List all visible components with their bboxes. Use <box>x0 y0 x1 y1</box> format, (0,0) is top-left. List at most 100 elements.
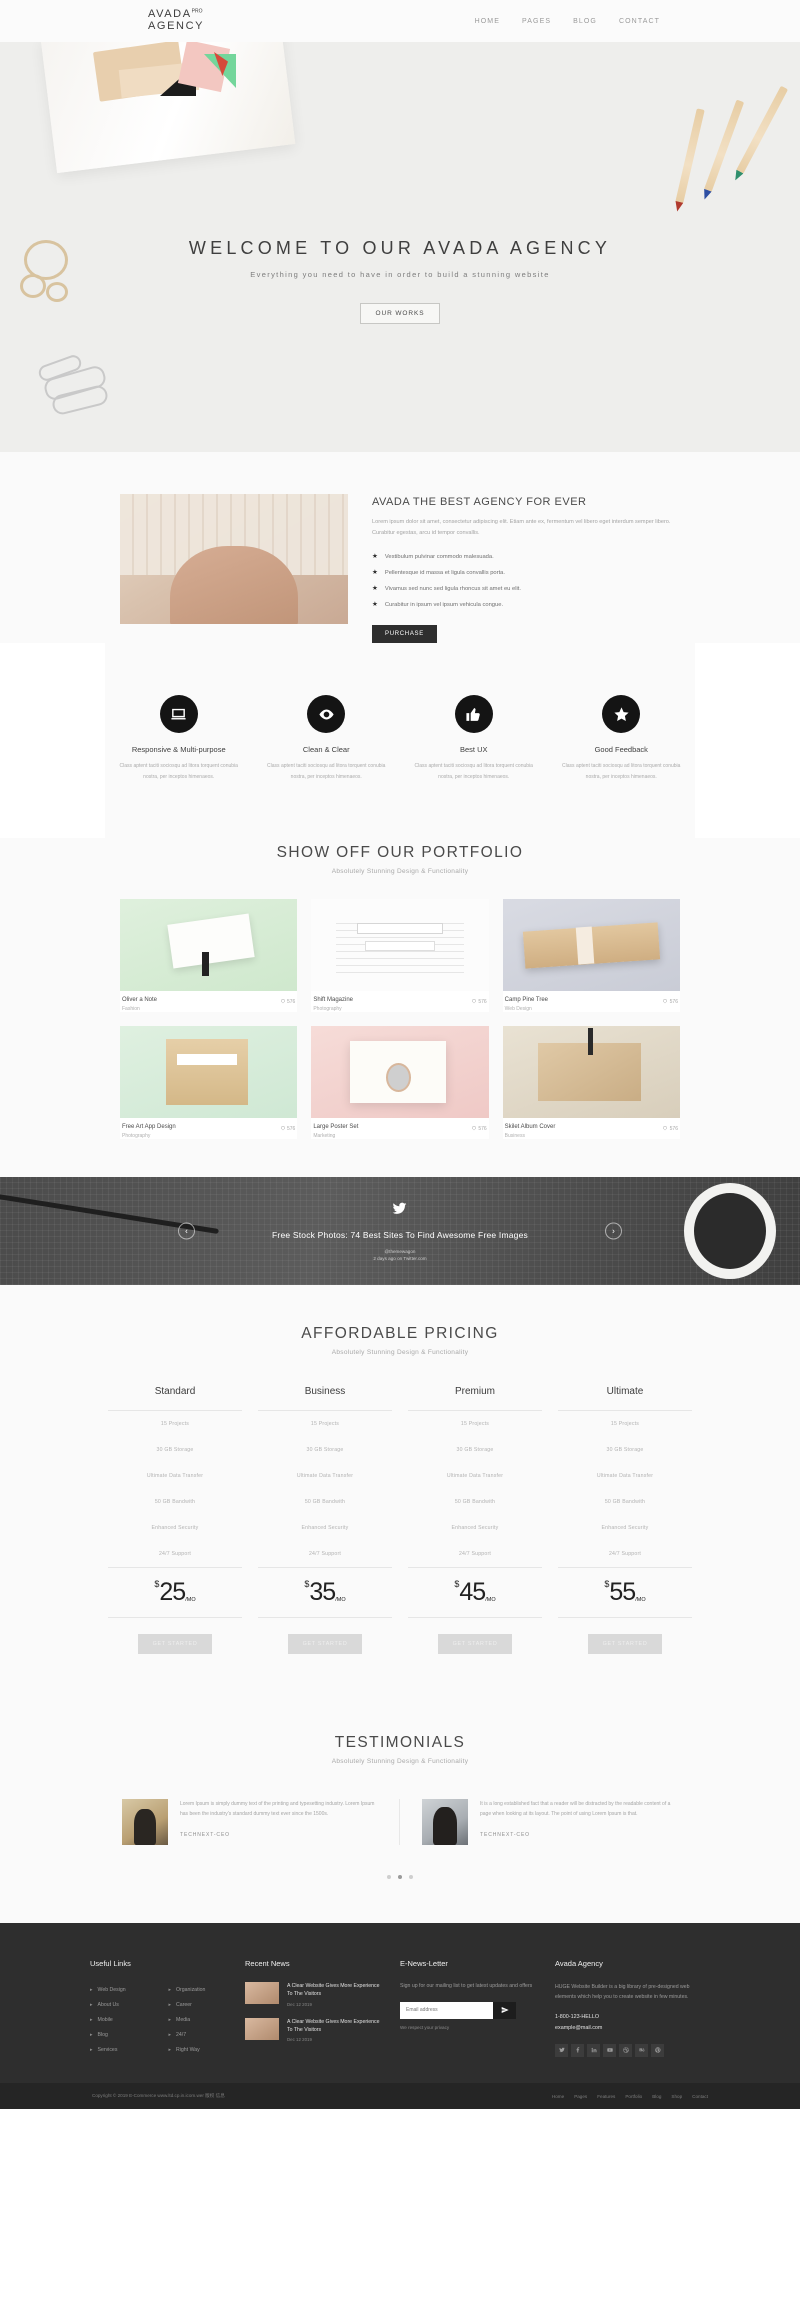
nav-item-contact[interactable]: CONTACT <box>619 18 660 25</box>
chevron-right-icon: ▸ <box>90 1986 93 1993</box>
portfolio-likes[interactable]: 576 <box>471 997 487 1005</box>
site-footer: Useful Links ▸ Web Design ▸ About Us ▸ Mobi… <box>0 1923 800 2084</box>
tweet-prev-button[interactable]: ‹ <box>178 1222 195 1240</box>
chevron-right-icon: ▸ <box>168 2046 172 2053</box>
bottom-nav-shop[interactable]: Shop <box>671 2094 682 2099</box>
footer-link[interactable]: ▸ Right Way <box>169 2042 232 2057</box>
portfolio-item-name: Shift Magazine <box>313 997 354 1004</box>
portfolio-thumbnail[interactable] <box>502 1026 680 1119</box>
bottom-nav-contact[interactable]: Contact <box>692 2094 708 2099</box>
bottom-nav-blog[interactable]: Blog <box>652 2094 661 2099</box>
purchase-button[interactable]: PURCHASE <box>372 625 437 644</box>
portfolio-thumbnail[interactable] <box>120 1026 298 1119</box>
feature-text: Class aptent taciti sociosqu ad litora t… <box>414 763 533 780</box>
feature-text: Class aptent taciti sociosqu ad litora t… <box>119 763 238 780</box>
footer-link[interactable]: ▸ Organization <box>169 1982 232 1997</box>
linkedin-icon[interactable] <box>587 2043 600 2057</box>
portfolio-item[interactable]: Large Poster Set Marketing 576 <box>311 1026 489 1140</box>
plan-feature: Enhanced Security <box>301 1525 349 1532</box>
get-started-button[interactable]: GET STARTED <box>138 1634 212 1655</box>
nav-item-home[interactable]: HOME <box>475 18 500 25</box>
portfolio-likes[interactable]: 576 <box>662 997 678 1005</box>
footer-link[interactable]: ▸ Services <box>90 2042 153 2057</box>
portfolio-item-category: Fashion <box>122 1006 140 1013</box>
portfolio-thumbnail[interactable] <box>502 899 680 992</box>
feature-title: Clean & Clear <box>302 745 350 755</box>
bottom-nav-portfolio[interactable]: Portfolio <box>625 2094 642 2099</box>
nav-item-pages[interactable]: PAGES <box>522 18 551 25</box>
plan-feature: Ultimate Data Transfer <box>296 1473 354 1480</box>
bottom-nav-home[interactable]: Home <box>552 2094 564 2099</box>
chevron-right-icon: ▸ <box>90 2001 93 2008</box>
newsletter-submit-button[interactable] <box>493 2001 516 2019</box>
agency-email[interactable]: example@mail.com <box>555 2023 696 2033</box>
get-started-button[interactable]: GET STARTED <box>288 1634 362 1655</box>
plan-feature: 24/7 Support <box>308 1551 342 1558</box>
portfolio-item-category: Web Design <box>504 1006 532 1013</box>
portfolio-item[interactable]: Free Art App Design Photography 576 <box>120 1026 298 1140</box>
get-started-button[interactable]: GET STARTED <box>588 1634 662 1655</box>
about-bullet-label: Pellentesque id massa et ligula convalli… <box>384 570 506 577</box>
site-logo[interactable]: AVADAPRO AGENCY <box>148 9 204 32</box>
newsletter-description: Sign up for our mailing list to get late… <box>400 1983 533 1990</box>
dribbble-icon[interactable] <box>619 2043 632 2057</box>
thumbs-up-icon <box>454 695 493 734</box>
pinterest-icon[interactable] <box>651 2043 664 2057</box>
portfolio-likes[interactable]: 576 <box>280 1124 295 1132</box>
pagination-dot-1[interactable] <box>387 1875 391 1880</box>
main-nav: HOME PAGES BLOG CONTACT <box>475 18 660 25</box>
plan-feature: 15 Projects <box>610 1421 640 1428</box>
plan-price: $35/MO <box>258 1567 392 1619</box>
portfolio-thumbnail[interactable] <box>311 1026 489 1119</box>
youtube-icon[interactable] <box>603 2043 616 2057</box>
pencil-green-decoration <box>736 85 789 175</box>
agency-description: HUGE Website Builder is a big library of… <box>555 1984 690 2001</box>
behance-icon[interactable] <box>635 2043 648 2057</box>
portfolio-likes[interactable]: 576 <box>280 997 295 1005</box>
email-input[interactable] <box>400 2001 493 2019</box>
bottom-nav-pages[interactable]: Pages <box>574 2094 587 2099</box>
news-title: A Clear Website Gives More Experience To… <box>287 2018 380 2033</box>
pagination-dot-3[interactable] <box>409 1875 413 1880</box>
footer-link[interactable]: ▸ 24/7 <box>169 2027 232 2042</box>
footer-column-title: Recent News <box>245 1959 290 1969</box>
twitter-icon[interactable] <box>555 2043 568 2057</box>
tweet-handle[interactable]: @themewagon <box>272 1249 528 1254</box>
facebook-icon[interactable] <box>571 2043 584 2057</box>
hero-content: WELCOME TO OUR AVADA AGENCY Everything y… <box>0 238 800 324</box>
portfolio-item[interactable]: Skilet Album Cover Business 576 <box>502 1026 680 1140</box>
portfolio-item[interactable]: Shift Magazine Photography 576 <box>311 899 489 1013</box>
footer-link[interactable]: ▸ Web Design <box>90 1982 153 1997</box>
agency-phone[interactable]: 1-800-123-HELLO <box>555 2012 696 2022</box>
footer-link[interactable]: ▸ Blog <box>90 2027 153 2042</box>
footer-link[interactable]: ▸ About Us <box>90 1997 153 2012</box>
chevron-right-icon: ▸ <box>168 1986 172 1993</box>
nav-item-blog[interactable]: BLOG <box>573 18 597 25</box>
portfolio-item[interactable]: Camp Pine Tree Web Design 576 <box>502 899 680 1013</box>
feature-card-responsive: Responsive & Multi-purpose Class aptent … <box>105 695 253 782</box>
tweet-next-button[interactable]: › <box>605 1222 622 1240</box>
chevron-right-icon: ▸ <box>168 2016 172 2023</box>
bottom-nav-features[interactable]: Features <box>597 2094 615 2099</box>
plan-feature: Enhanced Security <box>151 1525 199 1532</box>
news-thumbnail <box>245 2017 279 2040</box>
footer-link[interactable]: ▸ Mobile <box>90 2012 153 2027</box>
footer-link[interactable]: ▸ Media <box>169 2012 232 2027</box>
portfolio-likes[interactable]: 576 <box>471 1124 487 1132</box>
pagination-dot-2[interactable] <box>398 1875 402 1880</box>
footer-link[interactable]: ▸ Career <box>169 1997 232 2012</box>
footer-link-label: About Us <box>97 2001 119 2008</box>
price-amount: 55 <box>609 1578 636 1607</box>
portfolio-item[interactable]: Oliver a Note Fashion 576 <box>120 899 298 1013</box>
get-started-button[interactable]: GET STARTED <box>438 1634 512 1655</box>
news-item[interactable]: A Clear Website Gives More Experience To… <box>245 2017 386 2042</box>
testimonials-grid: Lorem Ipsum is simply dummy text of the … <box>100 1799 700 1846</box>
news-item[interactable]: A Clear Website Gives More Experience To… <box>245 1982 386 2007</box>
portfolio-likes[interactable]: 576 <box>662 1124 678 1132</box>
star-icon <box>602 695 641 734</box>
portfolio-thumbnail[interactable] <box>311 899 489 992</box>
footer-link-label: Mobile <box>97 2016 113 2023</box>
about-bullet-item: ★ Pellentesque id massa et ligula convall… <box>372 565 680 581</box>
portfolio-thumbnail[interactable] <box>120 899 298 992</box>
our-works-button[interactable]: OUR WORKS <box>359 303 441 324</box>
